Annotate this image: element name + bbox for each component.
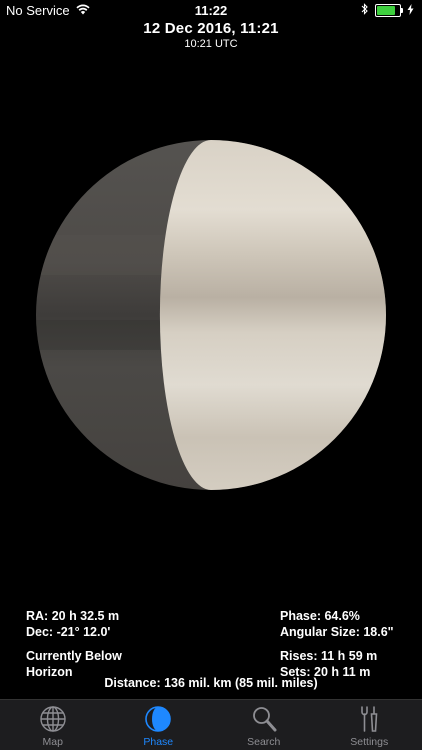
utc-time: 10:21 UTC	[184, 38, 238, 50]
phase-percentage: Phase: 64.6%	[280, 609, 360, 623]
status-bar: No Service 11:22	[0, 0, 422, 20]
tab-settings[interactable]: Settings	[317, 700, 422, 750]
distance-readout: Distance: 136 mil. km (85 mil. miles)	[104, 676, 318, 690]
tab-map[interactable]: Map	[0, 700, 106, 750]
planet-phase-view[interactable]	[36, 140, 386, 490]
planet-lit-side	[159, 140, 386, 490]
date-header: 12 Dec 2016, 11:21 10:21 UTC	[0, 20, 422, 50]
status-time: 11:22	[194, 3, 228, 18]
globe-icon	[40, 706, 66, 732]
tools-icon	[361, 706, 378, 732]
phase-icon	[145, 706, 172, 732]
tab-search[interactable]: Search	[211, 700, 317, 750]
tab-search-label: Search	[247, 736, 281, 748]
coordinates-panel: RA: 20 h 32.5 m Dec: -21° 12.0' Currentl…	[26, 608, 122, 680]
status-right	[361, 3, 414, 18]
local-datetime: 12 Dec 2016, 11:21	[143, 20, 279, 37]
planet-disc	[36, 140, 386, 490]
tab-bar: Map Phase Search Settings	[0, 699, 422, 750]
tab-map-label: Map	[42, 736, 63, 748]
bluetooth-icon	[361, 3, 369, 18]
battery-level	[377, 6, 395, 15]
right-ascension: RA: 20 h 32.5 m	[26, 609, 120, 623]
rise-time: Rises: 11 h 59 m	[280, 649, 378, 663]
declination: Dec: -21° 12.0'	[26, 625, 111, 639]
visibility-status-line1: Currently Below	[26, 649, 122, 663]
battery-icon	[375, 4, 403, 17]
phase-details-panel: Phase: 64.6% Angular Size: 18.6" Rises: …	[280, 608, 394, 680]
tab-phase[interactable]: Phase	[106, 700, 212, 750]
charging-bolt-icon	[407, 3, 414, 18]
tab-phase-label: Phase	[143, 736, 174, 748]
angular-size: Angular Size: 18.6"	[280, 625, 394, 639]
search-icon	[252, 707, 277, 732]
tab-settings-label: Settings	[350, 736, 389, 748]
